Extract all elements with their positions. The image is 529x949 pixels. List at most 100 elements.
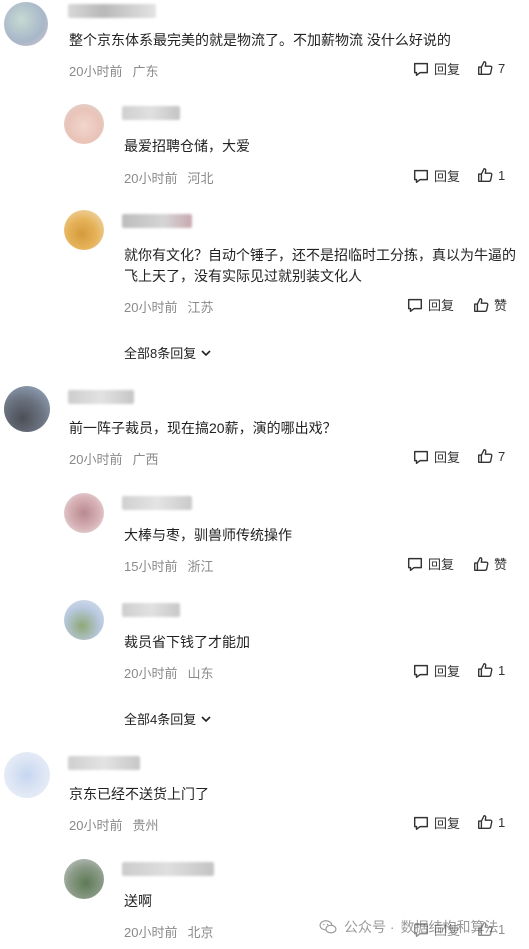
like-button[interactable]: 1 bbox=[476, 920, 505, 938]
like-count: 赞 bbox=[494, 298, 508, 313]
reply-button[interactable]: 回复 bbox=[412, 59, 460, 78]
comment-time: 20小时前 bbox=[69, 452, 123, 467]
comment-time: 20小时前 bbox=[124, 171, 178, 186]
speech-bubble-icon bbox=[413, 923, 429, 937]
reply-button[interactable]: 回复 bbox=[412, 661, 460, 680]
expand-replies-label: 全部4条回复 bbox=[124, 712, 197, 727]
reply-button[interactable]: 回复 bbox=[412, 920, 460, 939]
username-blurred[interactable] bbox=[68, 390, 134, 404]
comment-text: 就你有文化？自动个锤子，还不是招临时工分拣，真以为牛逼的飞上天了，没有实际见过就… bbox=[124, 247, 516, 284]
like-count: 7 bbox=[498, 60, 506, 76]
expand-replies-label: 全部8条回复 bbox=[124, 346, 197, 361]
like-count: 赞 bbox=[494, 557, 508, 572]
like-count: 1 bbox=[498, 921, 506, 937]
comment-time: 20小时前 bbox=[69, 818, 123, 833]
avatar[interactable] bbox=[64, 210, 104, 250]
comment-location: 广西 bbox=[132, 452, 159, 467]
chevron-down-icon bbox=[201, 349, 211, 356]
username-blurred[interactable] bbox=[122, 214, 192, 228]
comment-location: 贵州 bbox=[132, 818, 159, 833]
comment-time: 20小时前 bbox=[124, 666, 178, 681]
thumbs-up-icon bbox=[474, 556, 489, 571]
username-blurred[interactable] bbox=[122, 496, 192, 510]
speech-bubble-icon bbox=[407, 298, 423, 312]
expand-replies-button[interactable]: 全部4条回复 bbox=[124, 709, 212, 728]
username-blurred[interactable] bbox=[122, 603, 180, 617]
thumbs-up-icon bbox=[478, 61, 493, 75]
reply-label: 回复 bbox=[434, 664, 461, 679]
watermark: 公众号 · 数据结构和算法 bbox=[318, 917, 499, 937]
reply-label: 回复 bbox=[434, 450, 461, 465]
like-button[interactable]: 1 bbox=[476, 166, 505, 184]
speech-bubble-icon bbox=[413, 169, 429, 183]
thumbs-up-icon bbox=[478, 663, 493, 677]
reply-button[interactable]: 回复 bbox=[406, 295, 454, 314]
comment-location: 山东 bbox=[187, 666, 214, 681]
avatar[interactable] bbox=[64, 859, 104, 899]
comment-text: 京东已经不送货上门了 bbox=[69, 786, 209, 802]
avatar[interactable] bbox=[64, 600, 104, 640]
comment-text: 整个京东体系最完美的就是物流了。不加薪物流 没什么好说的 bbox=[69, 32, 451, 48]
comment-meta: 20小时前 山东 bbox=[124, 663, 213, 682]
comment-meta: 20小时前 贵州 bbox=[69, 815, 158, 834]
comment-time: 20小时前 bbox=[69, 64, 123, 79]
comment-text: 最爱招聘仓储，大爱 bbox=[124, 138, 250, 154]
reply-label: 回复 bbox=[434, 816, 461, 831]
reply-label: 回复 bbox=[428, 298, 455, 313]
reply-button[interactable]: 回复 bbox=[412, 813, 460, 832]
like-button[interactable]: 1 bbox=[476, 813, 505, 831]
thumbs-up-icon bbox=[478, 922, 493, 936]
like-count: 1 bbox=[498, 814, 506, 830]
thumbs-up-icon bbox=[474, 297, 489, 312]
comment-location: 北京 bbox=[187, 925, 214, 940]
comment-text: 裁员省下钱了才能加 bbox=[124, 634, 250, 650]
comment-time: 20小时前 bbox=[124, 300, 178, 315]
thumbs-up-icon bbox=[478, 168, 493, 182]
username-blurred[interactable] bbox=[122, 106, 180, 120]
comment-meta: 20小时前 江苏 bbox=[124, 297, 213, 316]
speech-bubble-icon bbox=[413, 62, 429, 76]
like-button[interactable]: 1 bbox=[476, 661, 505, 679]
comment-meta: 20小时前 河北 bbox=[124, 168, 213, 187]
chevron-down-icon bbox=[201, 715, 211, 722]
comment-meta: 20小时前 北京 bbox=[124, 922, 213, 941]
like-button[interactable]: 赞 bbox=[472, 295, 507, 314]
wechat-icon bbox=[319, 920, 337, 934]
like-button[interactable]: 赞 bbox=[472, 554, 507, 573]
username-blurred[interactable] bbox=[68, 756, 140, 770]
thumbs-up-icon bbox=[478, 449, 493, 463]
thumbs-up-icon bbox=[478, 815, 493, 829]
like-button[interactable]: 7 bbox=[476, 447, 505, 465]
speech-bubble-icon bbox=[407, 557, 423, 571]
like-count: 1 bbox=[498, 167, 506, 183]
comment-location: 江苏 bbox=[187, 300, 214, 315]
like-button[interactable]: 7 bbox=[476, 59, 505, 77]
speech-bubble-icon bbox=[413, 816, 429, 830]
reply-button[interactable]: 回复 bbox=[412, 166, 460, 185]
like-count: 7 bbox=[498, 448, 506, 464]
comment-meta: 15小时前 浙江 bbox=[124, 556, 213, 575]
reply-label: 回复 bbox=[434, 169, 461, 184]
reply-label: 回复 bbox=[434, 62, 461, 77]
comment-text: 送啊 bbox=[124, 893, 152, 909]
watermark-prefix: 公众号 · bbox=[344, 919, 395, 935]
speech-bubble-icon bbox=[413, 664, 429, 678]
avatar[interactable] bbox=[4, 2, 48, 46]
avatar[interactable] bbox=[64, 493, 104, 533]
comment-meta: 20小时前 广东 bbox=[69, 61, 158, 80]
reply-label: 回复 bbox=[428, 557, 455, 572]
comment-location: 浙江 bbox=[187, 559, 214, 574]
username-blurred[interactable] bbox=[122, 862, 214, 876]
reply-button[interactable]: 回复 bbox=[412, 447, 460, 466]
comment-time: 15小时前 bbox=[124, 559, 178, 574]
comment-location: 河北 bbox=[187, 171, 214, 186]
avatar[interactable] bbox=[64, 104, 104, 144]
reply-button[interactable]: 回复 bbox=[406, 554, 454, 573]
speech-bubble-icon bbox=[413, 450, 429, 464]
expand-replies-button[interactable]: 全部8条回复 bbox=[124, 343, 212, 362]
comment-location: 广东 bbox=[132, 64, 159, 79]
comment-meta: 20小时前 广西 bbox=[69, 449, 158, 468]
username-blurred[interactable] bbox=[68, 4, 156, 18]
avatar[interactable] bbox=[4, 386, 50, 432]
avatar[interactable] bbox=[4, 752, 50, 798]
